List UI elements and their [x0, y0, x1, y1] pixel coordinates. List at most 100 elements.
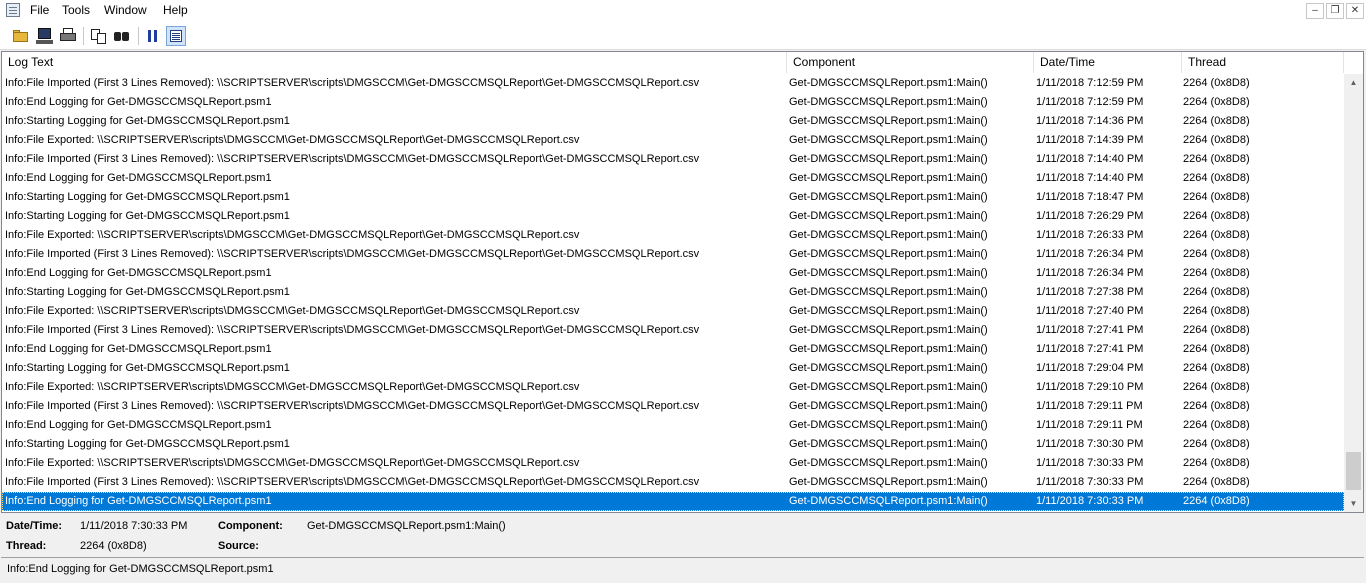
log-text-cell: Info:File Imported (First 3 Lines Remove…: [5, 400, 700, 412]
close-button[interactable]: ✕: [1346, 3, 1364, 19]
restore-button[interactable]: ❐: [1326, 3, 1344, 19]
component-value: Get-DMGSCCMSQLReport.psm1:Main(): [307, 520, 506, 532]
app-log-icon[interactable]: [6, 3, 20, 17]
open-folder-icon[interactable]: [11, 26, 31, 46]
column-header-log-text[interactable]: Log Text: [2, 52, 787, 73]
menu-help[interactable]: Help: [163, 3, 188, 17]
column-header-component[interactable]: Component: [787, 52, 1034, 73]
menu-file[interactable]: File: [30, 3, 49, 17]
datetime-cell: 1/11/2018 7:27:41 PM: [1036, 343, 1144, 355]
log-row[interactable]: Info:End Logging for Get-DMGSCCMSQLRepor…: [2, 264, 1344, 283]
scroll-up-arrow-icon[interactable]: ▲: [1344, 74, 1363, 91]
thread-label: Thread:: [6, 540, 47, 552]
datetime-cell: 1/11/2018 7:26:33 PM: [1036, 229, 1144, 241]
component-cell: Get-DMGSCCMSQLReport.psm1:Main(): [789, 362, 988, 374]
log-rows: Info:File Imported (First 3 Lines Remove…: [2, 74, 1344, 511]
log-row[interactable]: Info:Starting Logging for Get-DMGSCCMSQL…: [2, 359, 1344, 378]
open-network-icon[interactable]: [35, 26, 55, 46]
log-row[interactable]: Info:Starting Logging for Get-DMGSCCMSQL…: [2, 188, 1344, 207]
toolbar-separator: [138, 27, 139, 45]
thread-cell: 2264 (0x8D8): [1183, 381, 1250, 393]
datetime-cell: 1/11/2018 7:30:33 PM: [1036, 457, 1144, 469]
column-header-datetime[interactable]: Date/Time: [1034, 52, 1182, 73]
log-row[interactable]: Info:File Imported (First 3 Lines Remove…: [2, 397, 1344, 416]
component-cell: Get-DMGSCCMSQLReport.psm1:Main(): [789, 210, 988, 222]
log-text-cell: Info:Starting Logging for Get-DMGSCCMSQL…: [5, 286, 290, 298]
pause-icon[interactable]: [143, 26, 163, 46]
datetime-cell: 1/11/2018 7:27:40 PM: [1036, 305, 1144, 317]
log-row-selected[interactable]: Info:End Logging for Get-DMGSCCMSQLRepor…: [2, 492, 1344, 511]
component-cell: Get-DMGSCCMSQLReport.psm1:Main(): [789, 77, 988, 89]
log-row[interactable]: Info:File Imported (First 3 Lines Remove…: [2, 321, 1344, 340]
column-header-bar: Log Text Component Date/Time Thread: [2, 52, 1344, 73]
component-cell: Get-DMGSCCMSQLReport.psm1:Main(): [789, 419, 988, 431]
log-row[interactable]: Info:File Exported: \\SCRIPTSERVER\scrip…: [2, 302, 1344, 321]
datetime-cell: 1/11/2018 7:29:11 PM: [1036, 419, 1143, 431]
log-row[interactable]: Info:End Logging for Get-DMGSCCMSQLRepor…: [2, 340, 1344, 359]
datetime-value: 1/11/2018 7:30:33 PM: [80, 520, 188, 532]
details-pane-icon[interactable]: [166, 26, 186, 46]
log-text-cell: Info:File Imported (First 3 Lines Remove…: [5, 153, 700, 165]
log-row[interactable]: Info:End Logging for Get-DMGSCCMSQLRepor…: [2, 93, 1344, 112]
details-pane: Date/Time: 1/11/2018 7:30:33 PM Componen…: [0, 513, 1366, 583]
thread-cell: 2264 (0x8D8): [1183, 362, 1250, 374]
component-cell: Get-DMGSCCMSQLReport.psm1:Main(): [789, 400, 988, 412]
datetime-cell: 1/11/2018 7:26:34 PM: [1036, 267, 1144, 279]
log-text-cell: Info:File Exported: \\SCRIPTSERVER\scrip…: [5, 381, 580, 393]
log-row[interactable]: Info:Starting Logging for Get-DMGSCCMSQL…: [2, 283, 1344, 302]
datetime-cell: 1/11/2018 7:14:39 PM: [1036, 134, 1144, 146]
log-list-view[interactable]: Log Text Component Date/Time Thread Info…: [1, 51, 1364, 513]
log-row[interactable]: Info:File Exported: \\SCRIPTSERVER\scrip…: [2, 454, 1344, 473]
details-message-text[interactable]: Info:End Logging for Get-DMGSCCMSQLRepor…: [1, 557, 1364, 583]
log-text-cell: Info:Starting Logging for Get-DMGSCCMSQL…: [5, 210, 290, 222]
scrollbar-track[interactable]: [1344, 91, 1363, 495]
menu-tools[interactable]: Tools: [62, 3, 90, 17]
log-text-cell: Info:File Imported (First 3 Lines Remove…: [5, 248, 700, 260]
datetime-cell: 1/11/2018 7:12:59 PM: [1036, 96, 1144, 108]
datetime-cell: 1/11/2018 7:14:36 PM: [1036, 115, 1144, 127]
log-text-cell: Info:End Logging for Get-DMGSCCMSQLRepor…: [5, 172, 272, 184]
print-icon[interactable]: [58, 26, 78, 46]
log-row[interactable]: Info:End Logging for Get-DMGSCCMSQLRepor…: [2, 169, 1344, 188]
log-row[interactable]: Info:Starting Logging for Get-DMGSCCMSQL…: [2, 112, 1344, 131]
log-row[interactable]: Info:File Imported (First 3 Lines Remove…: [2, 473, 1344, 492]
copy-icon[interactable]: [89, 26, 109, 46]
thread-cell: 2264 (0x8D8): [1183, 457, 1250, 469]
component-cell: Get-DMGSCCMSQLReport.psm1:Main(): [789, 134, 988, 146]
thread-cell: 2264 (0x8D8): [1183, 115, 1250, 127]
column-header-thread[interactable]: Thread: [1182, 52, 1344, 73]
menu-window[interactable]: Window: [104, 3, 147, 17]
log-text-cell: Info:Starting Logging for Get-DMGSCCMSQL…: [5, 191, 290, 203]
scroll-down-arrow-icon[interactable]: ▼: [1344, 495, 1363, 512]
vertical-scrollbar[interactable]: ▲ ▼: [1344, 74, 1363, 512]
thread-cell: 2264 (0x8D8): [1183, 438, 1250, 450]
log-row[interactable]: Info:File Imported (First 3 Lines Remove…: [2, 150, 1344, 169]
log-row[interactable]: Info:Starting Logging for Get-DMGSCCMSQL…: [2, 435, 1344, 454]
datetime-label: Date/Time:: [6, 520, 63, 532]
component-cell: Get-DMGSCCMSQLReport.psm1:Main(): [789, 267, 988, 279]
log-row[interactable]: Info:File Imported (First 3 Lines Remove…: [2, 74, 1344, 93]
datetime-cell: 1/11/2018 7:30:33 PM: [1036, 495, 1144, 507]
component-cell: Get-DMGSCCMSQLReport.psm1:Main(): [789, 172, 988, 184]
source-label: Source:: [218, 540, 259, 552]
find-icon[interactable]: [112, 26, 132, 46]
thread-cell: 2264 (0x8D8): [1183, 172, 1250, 184]
log-text-cell: Info:Starting Logging for Get-DMGSCCMSQL…: [5, 362, 290, 374]
component-cell: Get-DMGSCCMSQLReport.psm1:Main(): [789, 248, 988, 260]
log-row[interactable]: Info:File Exported: \\SCRIPTSERVER\scrip…: [2, 131, 1344, 150]
log-row[interactable]: Info:Starting Logging for Get-DMGSCCMSQL…: [2, 207, 1344, 226]
component-cell: Get-DMGSCCMSQLReport.psm1:Main(): [789, 343, 988, 355]
component-cell: Get-DMGSCCMSQLReport.psm1:Main(): [789, 381, 988, 393]
datetime-cell: 1/11/2018 7:29:11 PM: [1036, 400, 1143, 412]
scrollbar-thumb[interactable]: [1346, 452, 1361, 490]
log-row[interactable]: Info:File Imported (First 3 Lines Remove…: [2, 245, 1344, 264]
datetime-cell: 1/11/2018 7:29:10 PM: [1036, 381, 1144, 393]
log-row[interactable]: Info:End Logging for Get-DMGSCCMSQLRepor…: [2, 416, 1344, 435]
log-text-cell: Info:File Exported: \\SCRIPTSERVER\scrip…: [5, 229, 580, 241]
log-row[interactable]: Info:File Exported: \\SCRIPTSERVER\scrip…: [2, 226, 1344, 245]
log-text-cell: Info:End Logging for Get-DMGSCCMSQLRepor…: [5, 419, 272, 431]
log-text-cell: Info:End Logging for Get-DMGSCCMSQLRepor…: [5, 267, 272, 279]
log-row[interactable]: Info:File Exported: \\SCRIPTSERVER\scrip…: [2, 378, 1344, 397]
datetime-cell: 1/11/2018 7:14:40 PM: [1036, 172, 1144, 184]
minimize-button[interactable]: –: [1306, 3, 1324, 19]
